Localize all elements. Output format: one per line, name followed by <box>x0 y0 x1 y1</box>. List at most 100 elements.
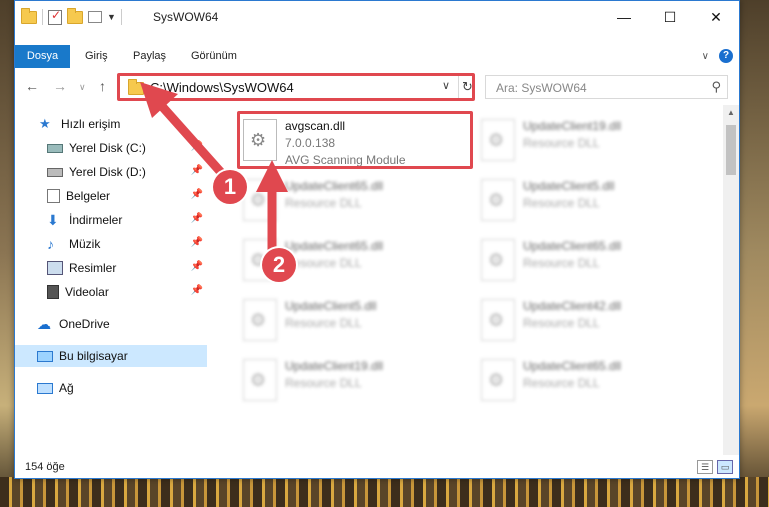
dll-file-icon <box>243 179 277 221</box>
window-title: SysWOW64 <box>153 10 219 24</box>
navigation-pane: ★ Hızlı erişim Yerel Disk (C:) 📌 Yerel D… <box>15 109 207 454</box>
sidebar-item-network[interactable]: Ağ <box>15 377 207 399</box>
file-name: UpdateClient5.dll <box>523 179 615 193</box>
properties-icon[interactable] <box>48 8 62 25</box>
file-name: UpdateClient65.dll <box>523 239 622 253</box>
sidebar-item-disk-d[interactable]: Yerel Disk (D:) 📌 <box>15 161 207 183</box>
file-description: Resource DLL <box>523 136 600 150</box>
details-view-icon[interactable]: ☰ <box>697 460 713 474</box>
file-description: Resource DLL <box>523 256 600 270</box>
sidebar-item-quick-access[interactable]: ★ Hızlı erişim <box>15 113 207 135</box>
file-item[interactable]: UpdateClient5.dll Resource DLL <box>235 291 465 349</box>
file-item[interactable]: UpdateClient5.dll Resource DLL <box>473 171 703 229</box>
pictures-icon <box>47 261 63 275</box>
dll-file-icon <box>481 359 515 401</box>
pin-icon[interactable]: 📌 <box>191 261 203 272</box>
toolbar-separator <box>42 9 43 25</box>
file-description: Resource DLL <box>285 256 362 270</box>
sidebar-item-this-pc[interactable]: Bu bilgisayar <box>15 345 207 367</box>
sidebar-item-label: OneDrive <box>59 317 110 331</box>
maximize-button[interactable]: ☐ <box>647 1 693 33</box>
scrollbar-thumb[interactable] <box>726 125 736 175</box>
pin-icon[interactable]: 📌 <box>191 285 203 296</box>
tab-home[interactable]: Giriş <box>75 45 118 68</box>
ribbon-controls: ∨ ? <box>702 49 733 63</box>
file-name: UpdateClient65.dll <box>285 179 384 193</box>
forward-arrow-icon[interactable]: → <box>53 78 67 94</box>
pin-icon[interactable]: 📌 <box>191 141 203 152</box>
file-description: Resource DLL <box>523 196 600 210</box>
step-badge-1: 1 <box>213 170 247 204</box>
new-folder-icon[interactable] <box>67 7 83 24</box>
sidebar-item-label: Videolar <box>65 285 109 299</box>
file-description: Resource DLL <box>285 196 362 210</box>
scroll-up-icon[interactable]: ▲ <box>727 108 735 117</box>
customize-view-icon[interactable] <box>88 11 102 23</box>
file-item[interactable]: UpdateClient65.dll Resource DLL <box>235 171 465 229</box>
sidebar-item-disk-c[interactable]: Yerel Disk (C:) 📌 <box>15 137 207 159</box>
pin-icon[interactable]: 📌 <box>191 165 203 176</box>
navigation-bar: ← → ∨ ↑ C:\Windows\SysWOW64 ∨ ↻ Ara: Sys… <box>15 72 739 102</box>
minimize-button[interactable]: — <box>601 1 647 33</box>
dll-file-icon <box>243 299 277 341</box>
search-icon[interactable]: ⚲ <box>711 79 721 95</box>
search-input[interactable]: Ara: SysWOW64 <box>496 81 587 95</box>
file-description: Resource DLL <box>285 316 362 330</box>
sidebar-item-downloads[interactable]: ⬇ İndirmeler 📌 <box>15 209 207 231</box>
up-arrow-icon[interactable]: ↑ <box>99 78 106 94</box>
file-item[interactable]: UpdateClient19.dll Resource DLL <box>473 111 703 169</box>
ribbon-tabs: Dosya Giriş Paylaş Görünüm ∨ ? <box>15 45 739 68</box>
sidebar-item-documents[interactable]: Belgeler 📌 <box>15 185 207 207</box>
cloud-icon: ☁ <box>37 316 51 332</box>
pin-icon[interactable]: 📌 <box>191 189 203 200</box>
help-icon[interactable]: ? <box>719 49 733 63</box>
download-icon: ⬇ <box>47 212 59 228</box>
file-description: Resource DLL <box>285 376 362 390</box>
file-highlight-box <box>237 111 473 169</box>
sidebar-item-label: İndirmeler <box>69 213 123 227</box>
sidebar-item-music[interactable]: ♪ Müzik 📌 <box>15 233 207 255</box>
drive-icon <box>47 143 63 153</box>
sidebar-item-label: Resimler <box>69 261 117 275</box>
video-icon <box>47 285 59 299</box>
sidebar-item-label: Belgeler <box>66 189 111 203</box>
sidebar-item-onedrive[interactable]: ☁ OneDrive <box>15 313 207 335</box>
desktop-background-bottom <box>0 477 769 507</box>
star-icon: ★ <box>39 116 51 131</box>
file-item[interactable]: UpdateClient65.dll Resource DLL <box>473 231 703 289</box>
file-name: UpdateClient65.dll <box>285 239 384 253</box>
sidebar-item-label: Müzik <box>69 237 101 251</box>
sidebar-item-label: Yerel Disk (C:) <box>69 141 146 155</box>
toolbar-separator <box>120 9 122 25</box>
close-button[interactable]: ✕ <box>693 1 739 33</box>
pin-icon[interactable]: 📌 <box>191 213 203 224</box>
file-item[interactable]: UpdateClient19.dll Resource DLL <box>235 351 465 409</box>
dll-file-icon <box>481 299 515 341</box>
title-bar: ▼ SysWOW64 — ☐ ✕ <box>15 1 739 33</box>
tiles-view-icon[interactable]: ▭ <box>717 460 733 474</box>
step-badge-2: 2 <box>262 248 296 282</box>
sidebar-item-pictures[interactable]: Resimler 📌 <box>15 257 207 279</box>
file-item[interactable]: UpdateClient42.dll Resource DLL <box>473 291 703 349</box>
recent-locations-icon[interactable]: ∨ <box>79 82 86 93</box>
tab-file[interactable]: Dosya <box>15 45 70 68</box>
file-description: Resource DLL <box>523 376 600 390</box>
network-icon <box>37 382 53 394</box>
vertical-scrollbar[interactable]: ▲ <box>723 105 739 455</box>
file-name: UpdateClient42.dll <box>523 299 622 313</box>
pin-icon[interactable]: 📌 <box>191 237 203 248</box>
item-count: 154 öğe <box>25 461 65 473</box>
back-arrow-icon[interactable]: ← <box>25 78 39 94</box>
drive-icon <box>47 167 63 177</box>
sidebar-item-videos[interactable]: Videolar 📌 <box>15 281 207 303</box>
sidebar-item-label: Ağ <box>59 381 74 395</box>
customize-toolbar-dropdown-icon[interactable]: ▼ <box>107 12 116 22</box>
tab-share[interactable]: Paylaş <box>123 45 176 68</box>
dll-file-icon <box>243 359 277 401</box>
tab-view[interactable]: Görünüm <box>181 45 247 68</box>
file-item[interactable]: UpdateClient65.dll Resource DLL <box>473 351 703 409</box>
quick-access-toolbar: ▼ <box>21 7 122 25</box>
expand-ribbon-icon[interactable]: ∨ <box>702 51 709 62</box>
search-box[interactable]: Ara: SysWOW64 ⚲ <box>485 75 728 99</box>
file-name: UpdateClient5.dll <box>285 299 377 313</box>
